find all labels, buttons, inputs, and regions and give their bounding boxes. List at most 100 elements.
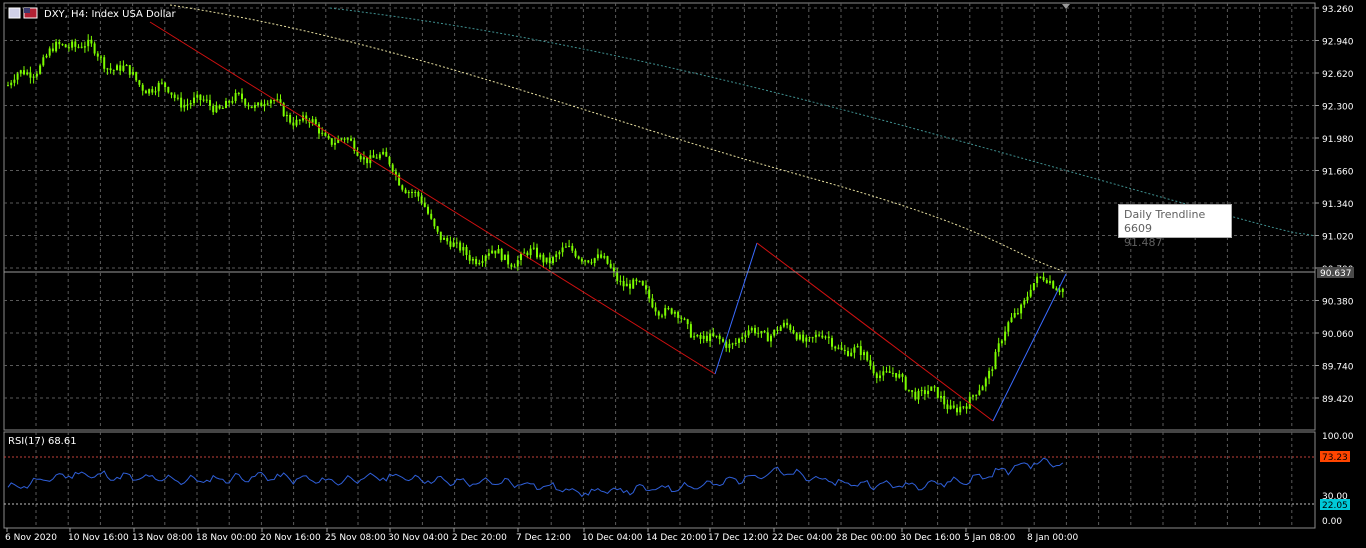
candle-body (1023, 300, 1026, 305)
candle-body (831, 338, 833, 347)
candle-body (292, 122, 295, 126)
candle-body (850, 352, 853, 356)
candle-body (1010, 317, 1013, 323)
downtrend-channel-line[interactable] (149, 21, 716, 375)
candle-body (882, 371, 885, 376)
candle-body (622, 281, 625, 287)
candle-body (712, 333, 715, 337)
candle-body (564, 246, 567, 248)
candle-body (600, 254, 603, 258)
candle-body (455, 242, 458, 244)
price-chart[interactable]: DXY, H4: Index USA Dollar RSI(17) 68.61 … (0, 0, 1366, 548)
candle-body (414, 192, 417, 193)
candle-body (609, 263, 612, 268)
candle-body (475, 259, 478, 265)
candle-body (824, 336, 827, 338)
candle-body (693, 336, 696, 338)
candle-body (975, 394, 978, 396)
candle-body (128, 65, 131, 75)
candle-body (629, 283, 631, 289)
candle-body (144, 90, 147, 94)
candle-body (571, 245, 574, 251)
candle-body (334, 142, 336, 145)
candle-body (218, 105, 221, 109)
candle-body (247, 104, 250, 107)
candle-body (199, 94, 202, 100)
candle-body (923, 390, 926, 395)
candle-body (321, 132, 324, 134)
price-tick-label: 91.660 (1322, 168, 1354, 178)
flag-icon-canton (24, 8, 30, 13)
candle-body (670, 308, 673, 314)
candle-body (654, 307, 657, 312)
candle-body (420, 196, 423, 203)
candle-body (119, 65, 122, 71)
rsi-upper-badge-label: 73.23 (1322, 453, 1348, 463)
candle-body (513, 266, 516, 268)
time-tick-label: 28 Dec 00:00 (836, 533, 897, 543)
candle-body (1029, 289, 1032, 297)
rebound-line[interactable] (714, 242, 758, 375)
candle-body (943, 396, 946, 405)
candle-body (407, 192, 410, 194)
time-tick-label: 8 Jan 00:00 (1027, 533, 1079, 543)
candle-body (738, 338, 740, 343)
candle-body (699, 335, 702, 339)
candle-body (260, 102, 263, 107)
candle-body (385, 151, 388, 157)
candle-body (757, 332, 760, 334)
candle-body (555, 254, 558, 258)
candle-body (96, 53, 99, 57)
rsi-line (7, 457, 1064, 498)
candle-body (35, 73, 38, 77)
candle-body (423, 202, 426, 207)
price-tick-label: 92.300 (1322, 103, 1354, 113)
candle-body (1004, 331, 1007, 341)
candle-body (510, 264, 513, 267)
candle-body (157, 82, 160, 92)
candle-body (927, 390, 930, 394)
candle-body (834, 346, 837, 349)
candle-body (23, 70, 25, 75)
candle-body (1042, 276, 1045, 281)
candle-body (940, 396, 942, 398)
candle-body (93, 43, 96, 54)
candle-body (318, 124, 320, 134)
candle-body (346, 138, 349, 140)
candle-body (481, 261, 484, 263)
candle-body (539, 254, 542, 258)
candle-body (536, 247, 538, 258)
candle-body (959, 406, 962, 413)
candle-body (590, 262, 593, 264)
recent-uptrend-line[interactable] (992, 273, 1067, 422)
candle-body (619, 280, 622, 282)
time-tick-label: 2 Dec 20:00 (452, 533, 507, 543)
candle-body (709, 333, 712, 342)
rsi-series (7, 457, 1064, 498)
candle-body (491, 250, 494, 254)
candle-body (1055, 288, 1058, 291)
candle-body (1020, 304, 1023, 314)
candle-body (763, 331, 766, 333)
candle-body (1052, 281, 1055, 289)
time-tick-label: 18 Nov 00:00 (196, 533, 257, 543)
candle-body (593, 258, 596, 263)
candle-body (667, 308, 670, 310)
candle-body (183, 104, 186, 108)
price-tick-label: 89.740 (1322, 363, 1354, 373)
candle-body (863, 352, 865, 356)
candle-body (221, 108, 224, 109)
candle-body (48, 48, 51, 56)
candle-body (1039, 276, 1042, 278)
candle-body (516, 260, 519, 267)
candle-body (972, 395, 974, 397)
candle-body (449, 241, 452, 247)
secondary-downtrend-line[interactable] (756, 242, 994, 422)
candle-body (106, 68, 109, 70)
candle-body (552, 257, 554, 264)
candle-body (311, 119, 314, 123)
candle-body (160, 82, 163, 84)
candle-body (29, 72, 32, 78)
chart-window-icon[interactable] (8, 7, 21, 19)
candle-body (58, 41, 61, 45)
